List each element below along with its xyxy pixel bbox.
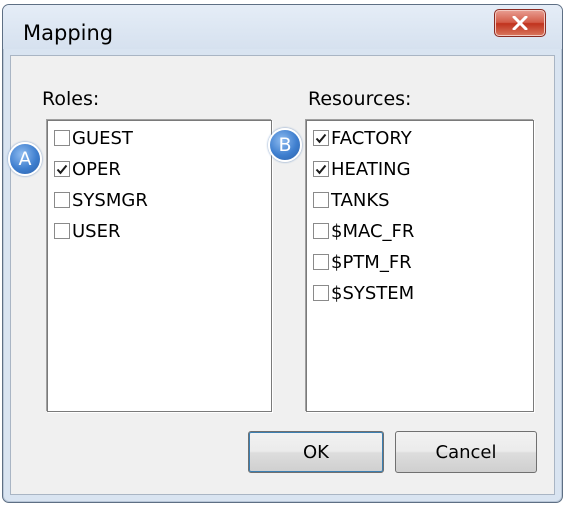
resource-item-label: $MAC_FR (331, 220, 415, 242)
role-checkbox[interactable] (54, 130, 70, 146)
role-item-label: USER (72, 220, 121, 242)
checkmark-icon (315, 164, 327, 174)
resource-item[interactable]: $MAC_FR (313, 218, 414, 244)
role-item-label: OPER (72, 158, 121, 180)
role-item-label: GUEST (72, 127, 133, 149)
callout-marker-a: A (8, 142, 42, 176)
roles-label: Roles: (42, 88, 100, 110)
role-item-label: SYSMGR (72, 189, 148, 211)
cancel-button[interactable]: Cancel (395, 431, 537, 473)
role-item[interactable]: SYSMGR (54, 187, 148, 213)
role-item[interactable]: USER (54, 218, 120, 244)
resource-item[interactable]: $PTM_FR (313, 249, 412, 275)
role-checkbox[interactable] (54, 192, 70, 208)
resource-item[interactable]: HEATING (313, 156, 411, 182)
resource-checkbox[interactable] (313, 223, 329, 239)
resource-item[interactable]: $SYSTEM (313, 280, 414, 306)
title-bar[interactable]: Mapping (3, 5, 562, 49)
resource-item-label: TANKS (331, 189, 390, 211)
resource-checkbox[interactable] (313, 192, 329, 208)
resources-label: Resources: (308, 88, 412, 110)
resource-checkbox[interactable] (313, 161, 329, 177)
role-checkbox[interactable] (54, 223, 70, 239)
roles-listbox[interactable]: GUEST OPER SYSMGR USER (47, 120, 272, 412)
resource-item[interactable]: TANKS (313, 187, 390, 213)
resource-checkbox[interactable] (313, 254, 329, 270)
resource-checkbox[interactable] (313, 130, 329, 146)
resource-item-label: FACTORY (331, 127, 412, 149)
resources-listbox[interactable]: FACTORY HEATING TANKS $MAC_FR $PTM_FR $SYSTEM (306, 120, 534, 412)
close-x-icon (512, 16, 528, 30)
resource-checkbox[interactable] (313, 285, 329, 301)
resource-item[interactable]: FACTORY (313, 125, 412, 151)
ok-button[interactable]: OK (248, 431, 384, 473)
mapping-dialog: Mapping Roles: Resources: GUEST OPER SYSMG… (2, 4, 563, 503)
window-title: Mapping (23, 21, 114, 45)
role-item[interactable]: OPER (54, 156, 121, 182)
resource-item-label: HEATING (331, 158, 411, 180)
checkmark-icon (56, 164, 68, 174)
callout-marker-b: B (268, 128, 302, 162)
resource-item-label: $PTM_FR (331, 251, 412, 273)
close-button[interactable] (494, 9, 546, 37)
dialog-client-area: Roles: Resources: GUEST OPER SYSMGR USER FA… (10, 55, 555, 495)
role-item[interactable]: GUEST (54, 125, 133, 151)
role-checkbox[interactable] (54, 161, 70, 177)
resource-item-label: $SYSTEM (331, 282, 415, 304)
checkmark-icon (315, 133, 327, 143)
